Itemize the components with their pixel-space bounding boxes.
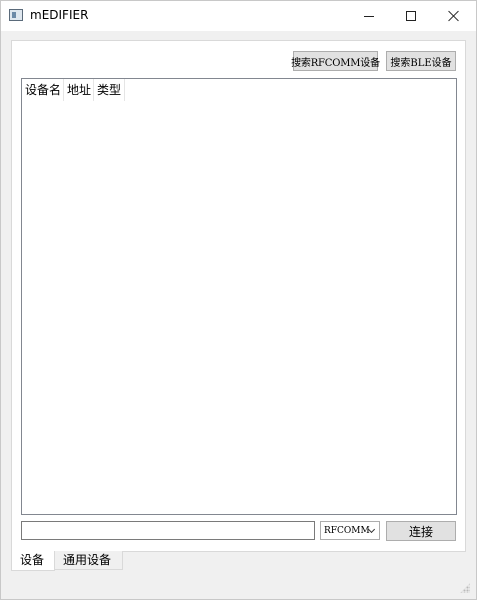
protocol-select-value: RFCOMM bbox=[324, 525, 370, 536]
resize-grip-icon[interactable] bbox=[460, 583, 470, 593]
close-icon bbox=[448, 10, 460, 22]
maximize-icon bbox=[406, 11, 416, 21]
minimize-icon bbox=[364, 15, 374, 17]
window-title: mEDIFIER bbox=[30, 8, 89, 22]
main-window: mEDIFIER 搜索RFCOMM设备 搜索BLE设备 设备名 地址 类型 RF… bbox=[0, 0, 477, 600]
search-rfcomm-button[interactable]: 搜索RFCOMM设备 bbox=[291, 51, 380, 71]
app-window-icon bbox=[9, 9, 23, 21]
devices-tab-page: 搜索RFCOMM设备 搜索BLE设备 设备名 地址 类型 RFCOMM 连接 bbox=[11, 40, 466, 552]
device-table[interactable]: 设备名 地址 类型 bbox=[21, 78, 457, 515]
tab-bar: 设备 通用设备 bbox=[11, 551, 123, 571]
protocol-select[interactable]: RFCOMM bbox=[320, 521, 380, 540]
column-header-address[interactable]: 地址 bbox=[64, 79, 94, 101]
device-address-input[interactable] bbox=[21, 521, 315, 540]
connect-button[interactable]: 连接 bbox=[386, 521, 456, 541]
title-bar[interactable]: mEDIFIER bbox=[1, 1, 476, 31]
search-ble-button[interactable]: 搜索BLE设备 bbox=[386, 51, 456, 71]
device-table-header: 设备名 地址 类型 bbox=[22, 79, 125, 101]
close-button[interactable] bbox=[432, 1, 476, 31]
minimize-button[interactable] bbox=[347, 1, 391, 31]
column-header-device-name[interactable]: 设备名 bbox=[22, 79, 64, 101]
column-header-type[interactable]: 类型 bbox=[94, 79, 125, 101]
maximize-button[interactable] bbox=[389, 1, 433, 31]
tab-devices[interactable]: 设备 bbox=[11, 551, 55, 571]
tab-general-devices[interactable]: 通用设备 bbox=[55, 551, 123, 570]
